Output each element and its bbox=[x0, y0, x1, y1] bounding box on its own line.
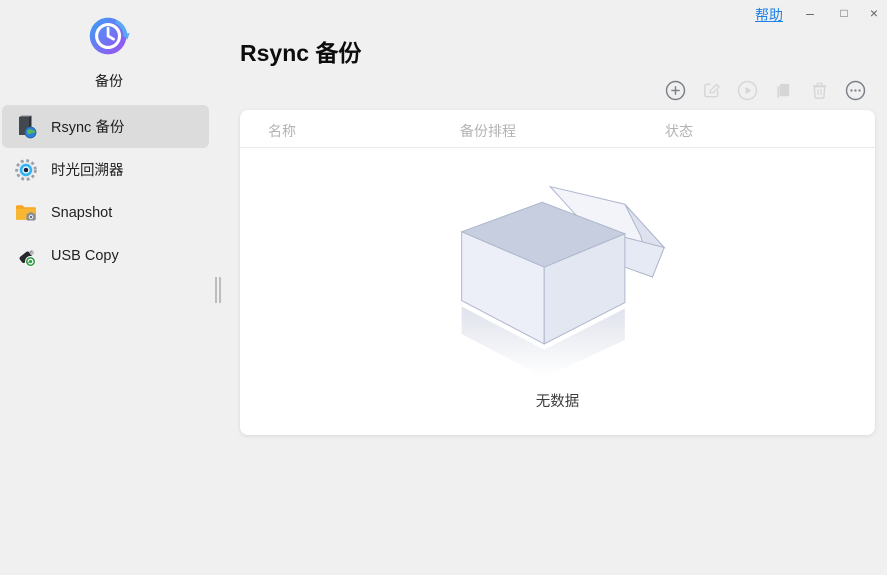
toolbar bbox=[665, 80, 866, 101]
sidebar: 备份 Rsync 备份 时光回溯器 Snapshot USB Copy bbox=[0, 0, 221, 575]
sidebar-item-label: Rsync 备份 bbox=[51, 120, 125, 136]
edit-pencil-icon bbox=[704, 83, 720, 98]
delete-button bbox=[809, 80, 830, 101]
sidebar-item-label: USB Copy bbox=[51, 247, 119, 264]
table-header: 名称 备份排程 状态 bbox=[240, 110, 875, 148]
empty-state-label: 无数据 bbox=[535, 394, 580, 410]
sidebar-nav: Rsync 备份 时光回溯器 Snapshot USB Copy bbox=[0, 105, 218, 277]
column-header-status: 状态 bbox=[665, 123, 693, 139]
copy-document-icon bbox=[777, 83, 790, 98]
column-header-schedule: 备份排程 bbox=[460, 123, 516, 139]
sidebar-resize-grip[interactable] bbox=[215, 277, 223, 303]
time-machine-gear-icon bbox=[13, 157, 39, 183]
minimize-button[interactable]: – bbox=[795, 0, 825, 26]
more-button[interactable] bbox=[845, 80, 866, 101]
copy-button bbox=[773, 80, 794, 101]
plus-circle-icon bbox=[665, 80, 686, 101]
play-circle-icon bbox=[737, 80, 758, 101]
sidebar-item-label: Snapshot bbox=[51, 204, 113, 221]
sidebar-item-usb-copy[interactable]: USB Copy bbox=[2, 234, 209, 277]
backup-clock-icon bbox=[87, 14, 131, 58]
sidebar-item-time-machine[interactable]: 时光回溯器 bbox=[2, 148, 209, 191]
empty-state: 无数据 bbox=[240, 148, 875, 434]
sidebar-item-snapshot[interactable]: Snapshot bbox=[2, 191, 209, 234]
backup-task-panel: 名称 备份排程 状态 无数据 bbox=[240, 110, 875, 435]
snapshot-folder-camera-icon bbox=[13, 200, 39, 226]
help-link[interactable]: 帮助 bbox=[755, 5, 783, 25]
run-button bbox=[737, 80, 758, 101]
add-button[interactable] bbox=[665, 80, 686, 101]
sidebar-item-rsync-backup[interactable]: Rsync 备份 bbox=[2, 105, 209, 148]
column-header-name: 名称 bbox=[268, 123, 296, 139]
maximize-button[interactable]: □ bbox=[829, 0, 859, 26]
ellipsis-circle-icon bbox=[845, 80, 866, 101]
edit-button bbox=[701, 80, 722, 101]
app-label: 备份 bbox=[95, 73, 123, 89]
page-title: Rsync 备份 bbox=[240, 40, 362, 66]
open-empty-box-icon bbox=[459, 185, 666, 378]
close-button[interactable]: × bbox=[859, 0, 887, 26]
rsync-server-globe-icon bbox=[13, 114, 39, 140]
trash-icon bbox=[813, 82, 826, 99]
app-header: 备份 bbox=[0, 0, 218, 91]
usb-drive-icon bbox=[13, 243, 39, 269]
sidebar-item-label: 时光回溯器 bbox=[51, 163, 124, 179]
